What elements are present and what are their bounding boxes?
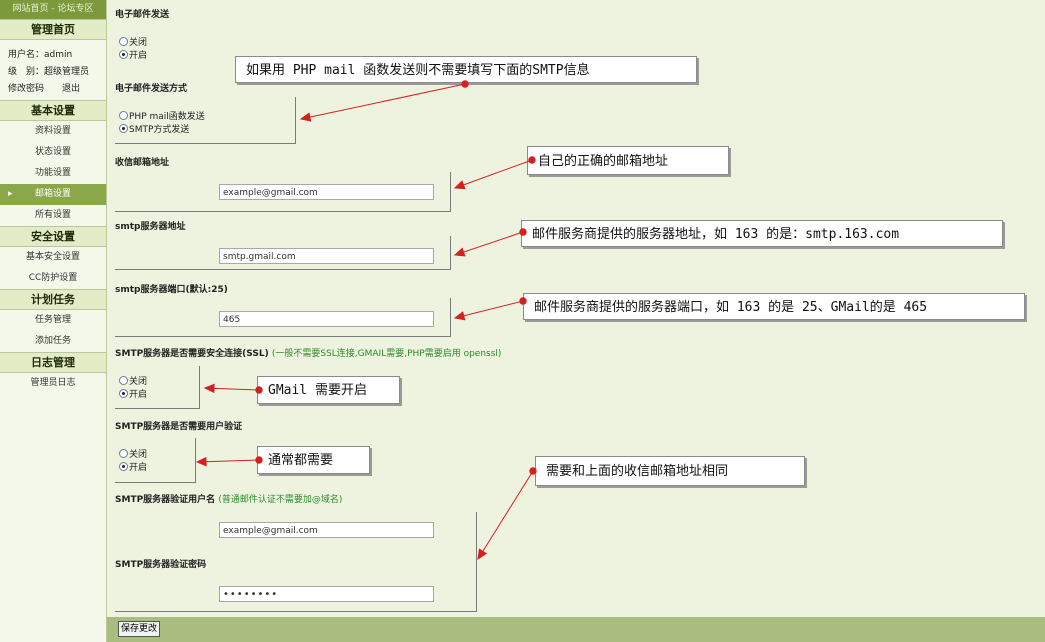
radio-checked-icon [119,389,128,398]
ssl-note: (一般不需要SSL连接,GMAIL需要,PHP需要启用 openssl) [271,349,502,359]
radio-icon [119,111,128,120]
arrow-username-head [477,548,488,561]
smtp-port-label: smtp服务器端口(默认:25) [115,285,228,295]
send-method-php[interactable]: PHP mail函数发送 [119,111,205,123]
arrow-php-mail [300,83,466,120]
arrow-auth [196,459,260,463]
callout-php-mail: 如果用 PHP mail 函数发送则不需要填写下面的SMTP信息 [235,56,697,83]
arrow-php-mail-head [299,112,312,122]
top-links[interactable]: 网站首页 - 论坛专区 [0,0,106,19]
callout-port: 邮件服务商提供的服务器端口，如 163 的是 25、GMail的是 465 [523,293,1025,320]
callout-email: 自己的正确的邮箱地址 [527,146,729,175]
ssl-on[interactable]: 开启 [119,389,147,401]
radio-icon [119,449,128,458]
username: admin [44,50,73,60]
auth-password-input[interactable]: •••••••• [219,586,434,602]
sidebar-item-admin-log[interactable]: 管理员日志 [0,373,106,394]
radio-icon [119,37,128,46]
arrow-username [477,470,534,560]
sidebar-home-title[interactable]: 管理首页 [0,19,106,40]
sidebar-item-all[interactable]: 所有设置 [0,205,106,226]
sidebar-section-tasks[interactable]: 计划任务 [0,289,106,310]
sidebar-item-task-manage[interactable]: 任务管理 [0,310,106,331]
sidebar-item-profile[interactable]: 资料设置 [0,121,106,142]
auth-label: SMTP服务器是否需要用户验证 [115,422,243,432]
smtp-port-input[interactable]: 465 [219,311,434,327]
user-info: 用户名：admin 级 别：超级管理员 修改密码 退出 [0,40,106,100]
radio-checked-icon [119,124,128,133]
arrow-port [454,300,524,319]
callout-auth: 通常都需要 [257,446,370,474]
logout-link[interactable]: 退出 [62,84,80,94]
callout-ssl: GMail 需要开启 [257,376,400,404]
auth-off[interactable]: 关闭 [119,449,147,461]
send-method-label: 电子邮件发送方式 [115,84,188,94]
email-send-on[interactable]: 开启 [119,50,147,62]
receive-address-label: 收信邮箱地址 [115,158,170,168]
arrow-port-head [453,311,466,321]
save-button[interactable]: 保存更改 [118,621,161,637]
arrow-server [454,231,524,256]
radio-checked-icon [119,462,128,471]
send-method-smtp[interactable]: SMTP方式发送 [119,124,189,136]
sidebar-section-security[interactable]: 安全设置 [0,226,106,247]
arrow-ssl-head [203,383,215,394]
auth-user-label: SMTP服务器验证用户名 (普通邮件认证不需要加@域名) [115,495,343,505]
receive-address-input[interactable]: example@gmail.com [219,184,434,200]
arrow-auth-head [195,456,207,467]
sidebar-item-email[interactable]: 邮箱设置 [0,184,106,205]
username-label: 用户名： [8,50,45,60]
arrow-ssl [204,387,260,391]
auth-user-note: (普通邮件认证不需要加@域名) [218,495,343,505]
sidebar-section-logs[interactable]: 日志管理 [0,352,106,373]
sidebar: 网站首页 - 论坛专区 管理首页 用户名：admin 级 别：超级管理员 修改密… [0,0,107,642]
smtp-server-label: smtp服务器地址 [115,222,186,232]
sidebar-item-status[interactable]: 状态设置 [0,142,106,163]
ssl-label: SMTP服务器是否需要安全连接(SSL) (一般不需要SSL连接,GMAIL需要… [115,349,502,359]
callout-username: 需要和上面的收信邮箱地址相同 [535,456,805,486]
callout-server: 邮件服务商提供的服务器地址，如 163 的是：smtp.163.com [521,220,1003,247]
radio-icon [119,376,128,385]
change-password-link[interactable]: 修改密码 [8,84,44,94]
arrow-email [454,159,533,189]
level-label: 级 别： [8,67,45,77]
arrow-email-head [453,180,466,190]
auth-on[interactable]: 开启 [119,462,147,474]
ssl-off[interactable]: 关闭 [119,376,147,388]
form-footer: 保存更改 [107,617,1045,642]
sidebar-item-basic-security[interactable]: 基本安全设置 [0,247,106,268]
user-level: 超级管理员 [44,67,90,77]
email-send-label: 电子邮件发送 [115,10,170,20]
sidebar-item-cc-protection[interactable]: CC防护设置 [0,268,106,289]
arrow-server-head [453,247,466,257]
email-send-off[interactable]: 关闭 [119,37,147,49]
email-settings-form: 电子邮件发送 关闭 开启 电子邮件发送方式 PHP mail函数发送 SMTP方… [107,0,1045,642]
sidebar-section-basic[interactable]: 基本设置 [0,100,106,121]
sidebar-item-features[interactable]: 功能设置 [0,163,106,184]
sidebar-item-task-add[interactable]: 添加任务 [0,331,106,352]
smtp-server-input[interactable]: smtp.gmail.com [219,248,434,264]
auth-password-label: SMTP服务器验证密码 [115,560,207,570]
auth-user-input[interactable]: example@gmail.com [219,522,434,538]
radio-checked-icon [119,50,128,59]
